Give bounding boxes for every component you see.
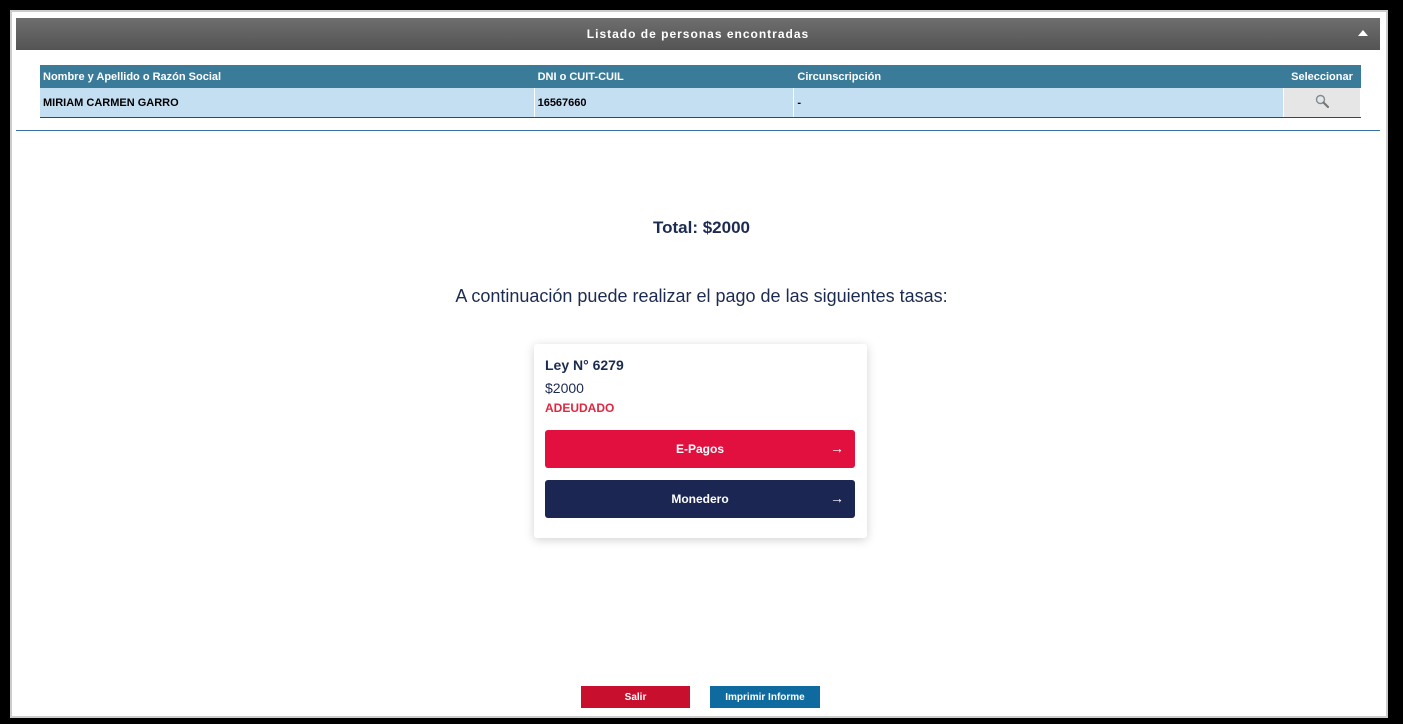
table-header-row: Nombre y Apellido o Razón Social DNI o C… (40, 65, 1362, 88)
search-icon (1315, 94, 1330, 109)
arrow-right-icon: → (830, 440, 844, 456)
monedero-button[interactable]: Monedero → (545, 480, 855, 518)
payment-instructions: A continuación puede realizar el pago de… (455, 286, 948, 306)
fee-amount: $2000 (545, 380, 584, 396)
cell-name: MIRIAM CARMEN GARRO (40, 88, 535, 117)
epagos-button-label: E-Pagos (675, 442, 724, 456)
header-seleccionar: Seleccionar (1283, 65, 1362, 88)
cell-circunscripcion: - (793, 88, 1284, 117)
header-circunscripcion: Circunscripción (793, 65, 1284, 88)
print-report-button[interactable]: Imprimir Informe (710, 686, 820, 708)
header-dni: DNI o CUIT-CUIL (534, 65, 795, 88)
header-name: Nombre y Apellido o Razón Social (40, 65, 535, 88)
total-amount: Total: $2000 (652, 218, 750, 237)
fee-status-badge: ADEUDADO (545, 401, 615, 415)
cell-dni: 16567660 (534, 88, 795, 117)
fee-title: Ley N° 6279 (545, 357, 624, 373)
monedero-button-label: Monedero (671, 492, 729, 506)
table-row: MIRIAM CARMEN GARRO 16567660 - (40, 88, 1362, 117)
arrow-right-icon: → (830, 490, 844, 506)
collapse-icon[interactable] (1358, 30, 1368, 36)
exit-button[interactable]: Salir (581, 686, 690, 708)
fee-card: Ley N° 6279 $2000 ADEUDADO E-Pagos → Mon… (534, 344, 867, 538)
section-divider (16, 130, 1380, 131)
panel-header: Listado de personas encontradas (16, 18, 1380, 50)
select-button[interactable] (1283, 88, 1362, 117)
results-table: Nombre y Apellido o Razón Social DNI o C… (40, 65, 1362, 118)
epagos-button[interactable]: E-Pagos → (545, 430, 855, 468)
panel-title: Listado de personas encontradas (586, 27, 810, 41)
